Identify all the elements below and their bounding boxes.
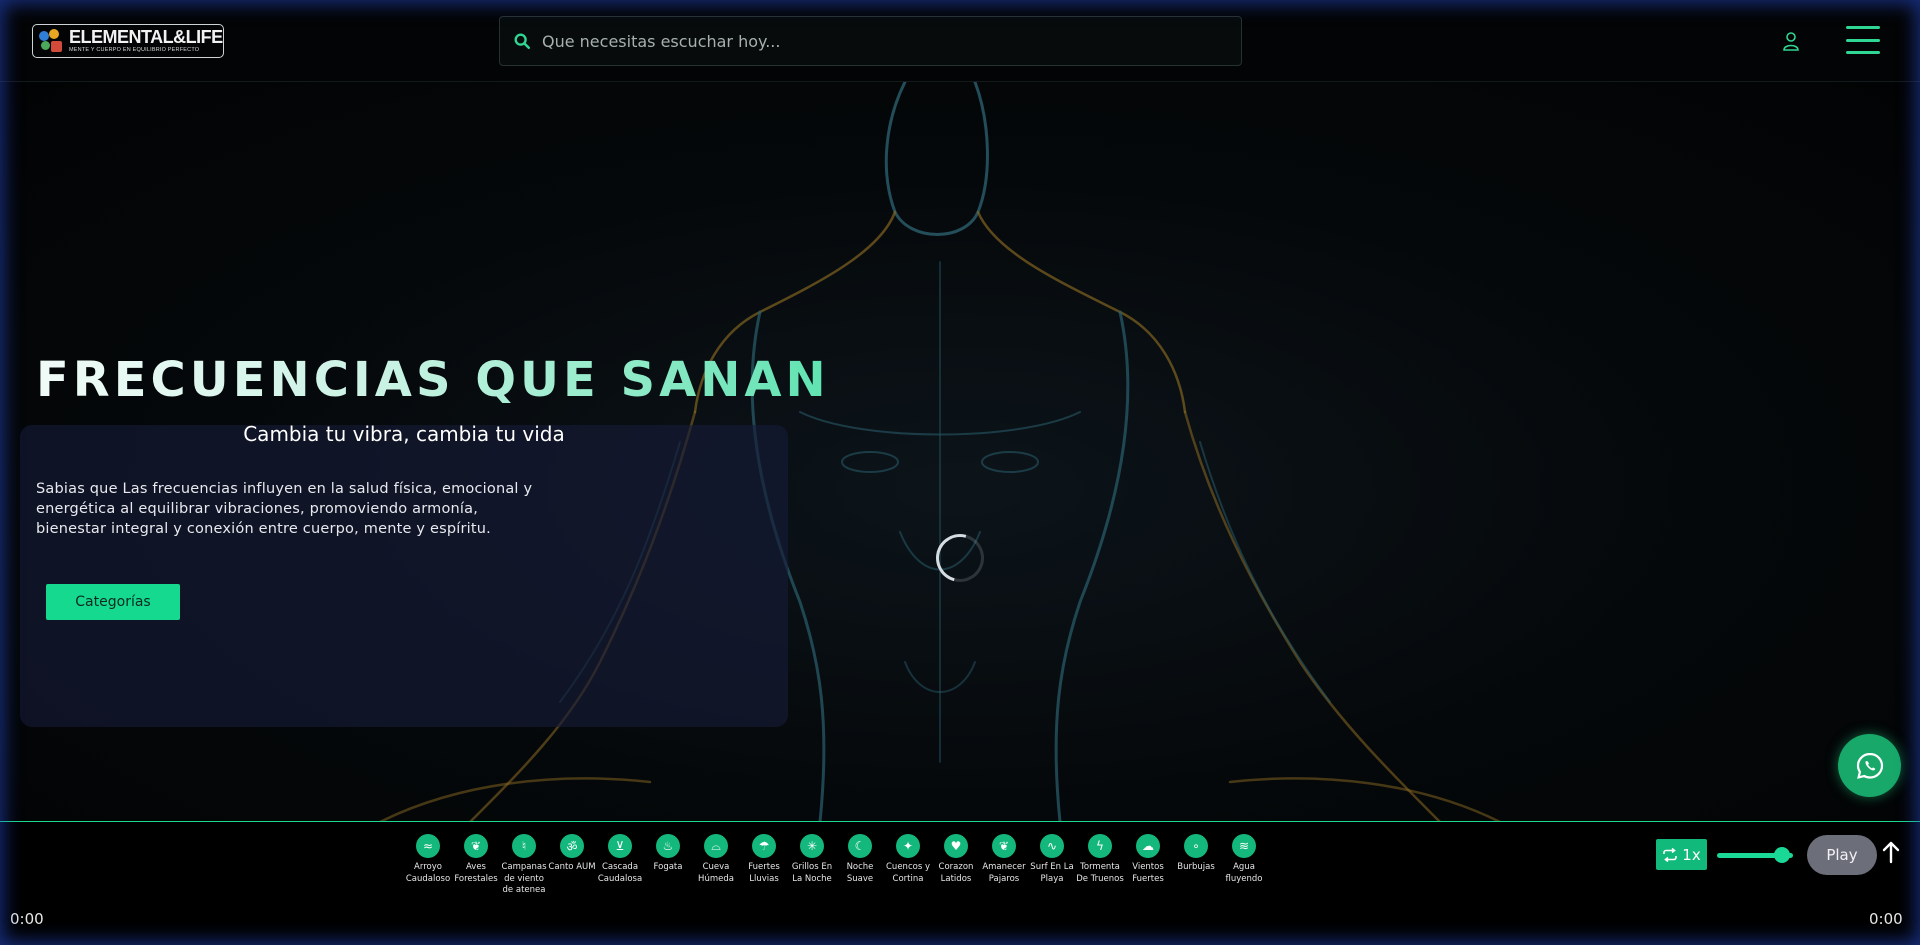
waves-icon[interactable]: ∿ [1040, 834, 1064, 858]
logo-subtitle: MENTE Y CUERPO EN EQUILIBRIO PERFECTO [69, 47, 200, 54]
hero-subtitle: Cambia tu vibra, cambia tu vida [243, 422, 565, 446]
wind-chime-icon[interactable]: ♮ [512, 834, 536, 858]
sound-item[interactable]: ⊻ Cascada Caudalosa [596, 834, 644, 897]
repeat-icon [1663, 847, 1678, 862]
bubbles-icon[interactable]: ∘ [1184, 834, 1208, 858]
sound-item[interactable]: ≈ Arroyo Caudaloso [404, 834, 452, 897]
sound-label: Campanas de viento de atenea [501, 862, 547, 895]
sound-item[interactable]: ☁ Vientos Fuertes [1124, 834, 1172, 897]
sound-label: Noche Suave [846, 862, 874, 884]
site-logo[interactable]: ELEMENTAL&LIFE MENTE Y CUERPO EN EQUILIB… [32, 24, 224, 58]
search-icon[interactable] [513, 32, 531, 50]
sound-item[interactable]: ∿ Surf En La Playa [1028, 834, 1076, 897]
sound-item[interactable]: ♥ Corazon Latidos [932, 834, 980, 897]
sound-label: Grillos En La Noche [791, 862, 833, 884]
logo-title: ELEMENTAL&LIFE [69, 27, 223, 48]
flowing-water-icon[interactable]: ≋ [1232, 834, 1256, 858]
logo-emblem-icon [37, 27, 67, 55]
search-input[interactable] [542, 31, 1182, 51]
arrow-up-icon[interactable] [1881, 840, 1901, 864]
sound-label: Agua fluyendo [1225, 862, 1263, 884]
sound-label: Burbujas [1177, 862, 1215, 872]
bird-icon[interactable]: ❦ [464, 834, 488, 858]
moon-icon[interactable]: ☾ [848, 834, 872, 858]
strong-wind-icon[interactable]: ☁ [1136, 834, 1160, 858]
hero-section [0, 82, 1920, 822]
thunderstorm-icon[interactable]: ϟ [1088, 834, 1112, 858]
sound-label: Cueva Húmeda [698, 862, 734, 884]
audio-player-bar: ≈ Arroyo Caudaloso ❦ Aves Forestales ♮ Campan… [0, 821, 1920, 945]
om-icon[interactable]: ॐ [560, 834, 584, 858]
whatsapp-button[interactable] [1838, 734, 1901, 797]
user-icon[interactable] [1781, 30, 1801, 52]
sound-item[interactable]: ♮ Campanas de viento de atenea [500, 834, 548, 897]
sound-item[interactable]: ✦ Cuencos y Cortina [884, 834, 932, 897]
sound-item[interactable]: ≋ Agua fluyendo [1220, 834, 1268, 897]
sparkle-icon[interactable]: ✦ [896, 834, 920, 858]
whatsapp-icon [1856, 752, 1883, 779]
search-bar [499, 16, 1242, 66]
categories-button[interactable]: Categorías [46, 584, 180, 620]
hero-title: FRECUENCIAS QUE SANAN [36, 352, 830, 408]
cave-icon[interactable]: ⌓ [704, 834, 728, 858]
heavy-rain-icon[interactable]: ☂ [752, 834, 776, 858]
heart-icon[interactable]: ♥ [944, 834, 968, 858]
sound-item[interactable]: ☾ Noche Suave [836, 834, 884, 897]
sound-label: Surf En La Playa [1030, 862, 1074, 884]
ambient-sounds-list: ≈ Arroyo Caudaloso ❦ Aves Forestales ♮ Campan… [404, 834, 1268, 897]
top-header: ELEMENTAL&LIFE MENTE Y CUERPO EN EQUILIB… [0, 0, 1920, 82]
sound-label: Vientos Fuertes [1132, 862, 1164, 884]
stream-icon[interactable]: ≈ [416, 834, 440, 858]
play-button[interactable]: Play [1807, 835, 1877, 875]
sound-item[interactable]: ❦ Amanecer Pajaros [980, 834, 1028, 897]
sound-item[interactable]: ॐ Canto AUM [548, 834, 596, 897]
sound-label: Fogata [653, 862, 683, 872]
waterfall-icon[interactable]: ⊻ [608, 834, 632, 858]
sound-item[interactable]: ϟ Tormenta De Truenos [1076, 834, 1124, 897]
sound-label: Aves Forestales [454, 862, 498, 884]
current-time: 0:00 [10, 910, 44, 928]
sound-label: Corazon Latidos [938, 862, 974, 884]
sound-item[interactable]: ❦ Aves Forestales [452, 834, 500, 897]
hero-description: Sabias que Las frecuencias influyen en l… [36, 481, 533, 537]
campfire-icon[interactable]: ♨ [656, 834, 680, 858]
cricket-icon[interactable]: ✳ [800, 834, 824, 858]
sound-item[interactable]: ✳ Grillos En La Noche [788, 834, 836, 897]
loop-count: 1x [1682, 845, 1701, 864]
sound-label: Canto AUM [548, 862, 596, 872]
sound-label: Tormenta De Truenos [1076, 862, 1124, 884]
volume-slider-thumb[interactable] [1773, 847, 1790, 863]
hamburger-menu-icon[interactable] [1846, 26, 1880, 54]
sound-label: Cascada Caudalosa [597, 862, 643, 884]
sound-item[interactable]: ♨ Fogata [644, 834, 692, 897]
total-time: 0:00 [1869, 910, 1903, 928]
sound-label: Cuencos y Cortina [886, 862, 930, 884]
hero-text-panel [20, 425, 788, 727]
sound-item[interactable]: ∘ Burbujas [1172, 834, 1220, 897]
sound-item[interactable]: ⌓ Cueva Húmeda [692, 834, 740, 897]
sound-label: Arroyo Caudaloso [405, 862, 451, 884]
sound-label: Fuertes Lluvias [748, 862, 780, 884]
loop-button[interactable]: 1x [1656, 839, 1707, 870]
bird-icon[interactable]: ❦ [992, 834, 1016, 858]
sound-item[interactable]: ☂ Fuertes Lluvias [740, 834, 788, 897]
sound-label: Amanecer Pajaros [982, 862, 1026, 884]
